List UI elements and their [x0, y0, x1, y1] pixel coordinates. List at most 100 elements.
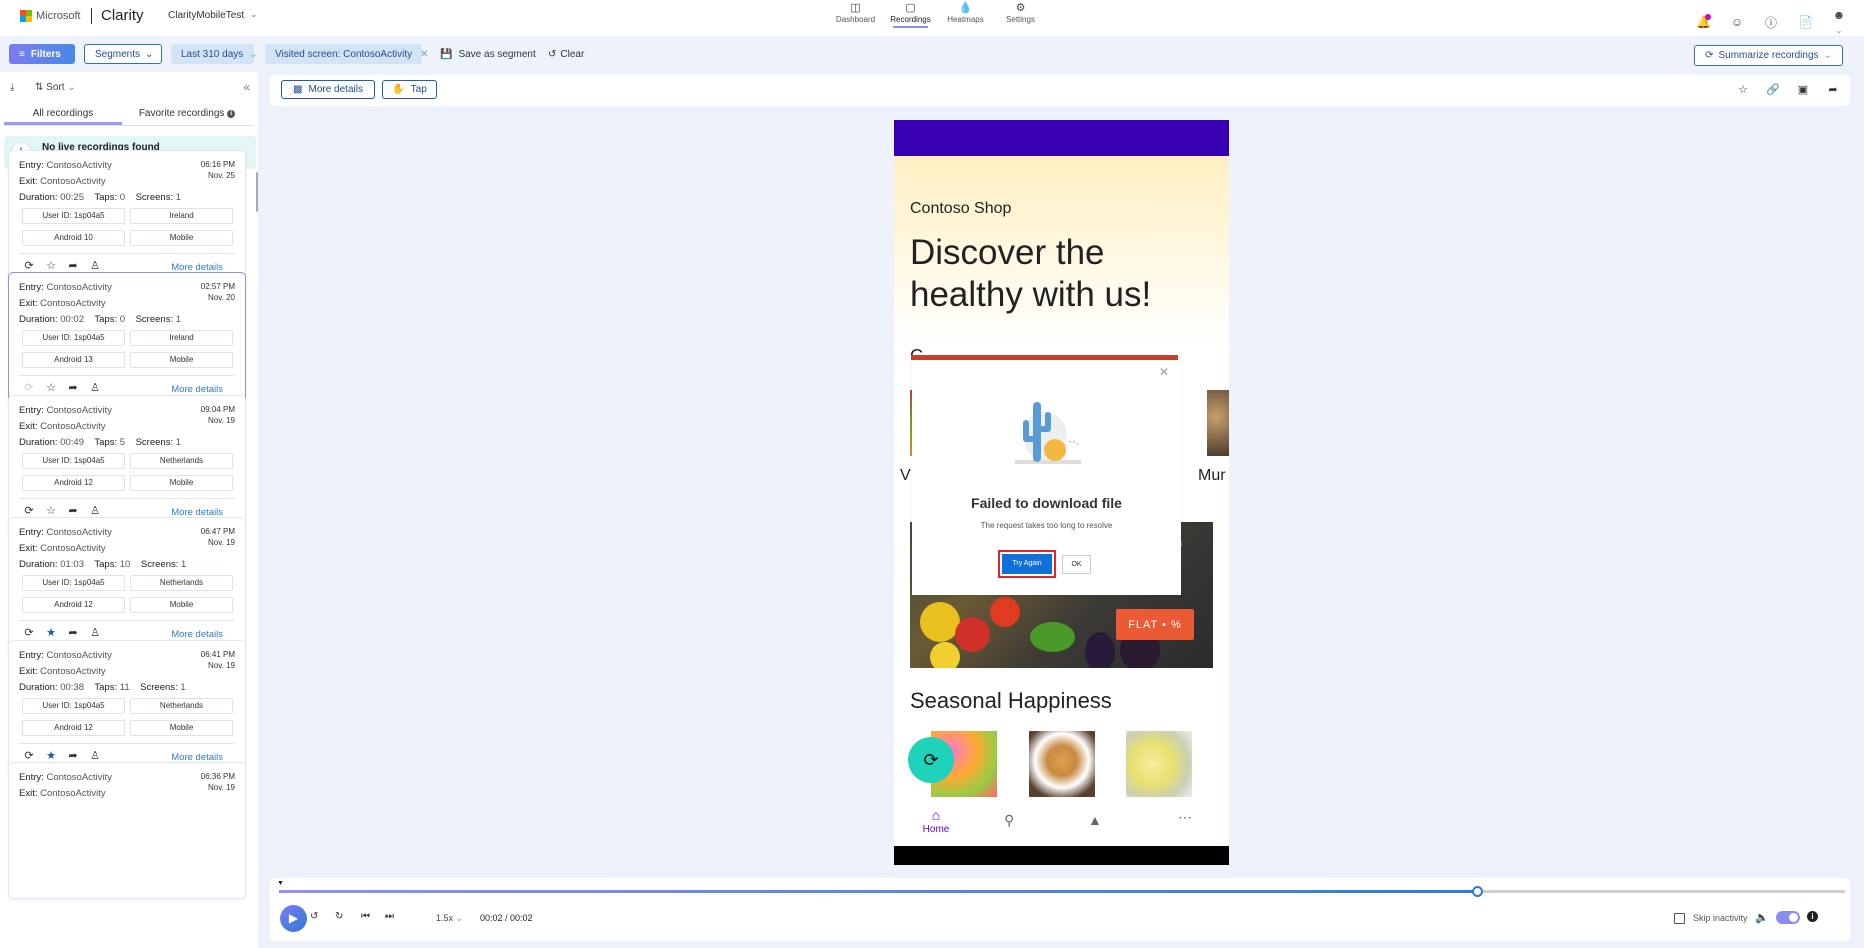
tab-favorite-recordings[interactable]: Favorite recordings i: [122, 102, 252, 125]
os-chip[interactable]: Android 10: [22, 230, 125, 246]
document-icon[interactable]: 📄: [1798, 15, 1813, 29]
recording-card[interactable]: Entry: ContosoActivity Exit: ContosoActiv…: [8, 640, 246, 777]
notification-bell-icon[interactable]: 🔔: [1696, 14, 1711, 29]
share-icon[interactable]: ➦: [67, 381, 79, 394]
more-details-button[interactable]: ▩ More details: [281, 80, 375, 99]
play-button[interactable]: ▶: [280, 905, 307, 932]
country-chip[interactable]: Ireland: [130, 330, 233, 346]
user-icon[interactable]: ♙: [89, 626, 101, 639]
skip-next-icon[interactable]: ⏭: [385, 911, 394, 922]
categories-icon[interactable]: ▲: [1088, 812, 1102, 828]
people-icon[interactable]: ☺: [1730, 15, 1744, 29]
recording-card[interactable]: Entry: ContosoActivity Exit: ContosoActiv…: [8, 395, 246, 532]
summarize-icon[interactable]: ⟳: [23, 381, 35, 394]
favorite-star-icon[interactable]: ☆: [45, 259, 57, 272]
autoplay-toggle[interactable]: [1776, 911, 1800, 924]
visited-screen-filter-chip[interactable]: Visited screen: ContosoActivity ✕: [265, 44, 429, 64]
close-icon[interactable]: ✕: [1159, 365, 1169, 379]
nav-dashboard[interactable]: ◫ Dashboard: [828, 1, 883, 24]
sidebar-scrollbar[interactable]: [256, 172, 258, 212]
user-icon[interactable]: ♙: [89, 749, 101, 762]
more-details-link[interactable]: More details: [171, 384, 223, 395]
user-id-chip[interactable]: User ID: 1sp04a5: [22, 330, 125, 346]
account-icon[interactable]: ☻ ⌄: [1832, 8, 1846, 36]
category-image[interactable]: [1207, 390, 1229, 456]
share-icon[interactable]: ➦: [67, 749, 79, 762]
skip-previous-icon[interactable]: ⏮: [361, 911, 370, 922]
share-icon[interactable]: ➦: [67, 626, 79, 639]
sort-dropdown[interactable]: ⇅ Sort ⌄: [35, 82, 76, 93]
favorite-star-icon[interactable]: ☆: [45, 504, 57, 517]
user-id-chip[interactable]: User ID: 1sp04a5: [22, 575, 125, 591]
recording-card[interactable]: Entry: ContosoActivity Exit: ContosoActiv…: [8, 150, 246, 287]
bottom-nav-home[interactable]: ⌂ Home: [918, 807, 954, 835]
summarize-icon[interactable]: ⟳: [23, 504, 35, 517]
close-icon[interactable]: ✕: [420, 49, 428, 60]
flat-discount-button[interactable]: FLAT • %: [1116, 609, 1194, 640]
pancakes-image[interactable]: [1029, 731, 1095, 797]
nav-recordings[interactable]: ▢ Recordings: [883, 1, 938, 28]
date-range-dropdown[interactable]: Last 310 days ⌄: [171, 44, 258, 64]
clear-button[interactable]: ↺ Clear: [548, 44, 584, 64]
device-chip[interactable]: Mobile: [130, 230, 233, 246]
nav-settings[interactable]: ⚙ Settings: [993, 1, 1048, 24]
timeline-track[interactable]: [279, 886, 1845, 897]
os-chip[interactable]: Android 12: [22, 720, 125, 736]
device-chip[interactable]: Mobile: [130, 475, 233, 491]
user-icon[interactable]: ♙: [89, 504, 101, 517]
share-icon[interactable]: ➦: [67, 504, 79, 517]
country-chip[interactable]: Netherlands: [130, 698, 233, 714]
ok-button[interactable]: OK: [1062, 555, 1091, 574]
device-chip[interactable]: Mobile: [130, 597, 233, 613]
share-icon[interactable]: ➦: [67, 259, 79, 272]
summarize-recordings-button[interactable]: ⟳ Summarize recordings ⌄: [1694, 45, 1843, 66]
recording-card[interactable]: Entry: ContosoActivity Exit: ContosoActiv…: [8, 517, 246, 654]
segments-dropdown[interactable]: Segments ⌄: [84, 44, 162, 64]
device-chip[interactable]: Mobile: [130, 720, 233, 736]
info-icon[interactable]: i: [1807, 911, 1818, 922]
summarize-icon[interactable]: ⟳: [23, 626, 35, 639]
user-icon[interactable]: ♙: [89, 381, 101, 394]
try-again-button[interactable]: Try Again: [1002, 554, 1052, 574]
summarize-icon[interactable]: ⟳: [23, 259, 35, 272]
country-chip[interactable]: Ireland: [130, 208, 233, 224]
project-selector[interactable]: ClarityMobileTest: [168, 10, 244, 21]
collapse-sidebar-icon[interactable]: «: [243, 80, 250, 94]
user-icon[interactable]: ♙: [89, 259, 101, 272]
chevron-down-icon[interactable]: ⌄: [250, 9, 258, 20]
rewind-10-icon[interactable]: ↺: [310, 911, 318, 922]
search-icon[interactable]: ⚲: [1004, 812, 1014, 829]
volume-icon[interactable]: 🔈: [1755, 911, 1769, 924]
recording-card[interactable]: Entry: ContosoActivity Exit: ContosoActiv…: [8, 762, 246, 899]
skip-inactivity-checkbox[interactable]: [1674, 913, 1685, 924]
more-horizontal-icon[interactable]: ⋯: [1178, 809, 1192, 826]
save-as-segment-button[interactable]: 💾 Save as segment: [440, 44, 536, 64]
open-external-icon[interactable]: ▣: [1796, 83, 1810, 96]
help-icon[interactable]: ⓘ: [1764, 14, 1778, 31]
event-marker-icon[interactable]: ▼: [277, 880, 284, 887]
forward-30-icon[interactable]: ↻: [335, 911, 343, 922]
speed-dropdown[interactable]: 1.5x ⌄: [436, 913, 463, 924]
user-id-chip[interactable]: User ID: 1sp04a5: [22, 698, 125, 714]
favorite-star-icon[interactable]: ★: [45, 626, 57, 639]
user-id-chip[interactable]: User ID: 1sp04a5: [22, 208, 125, 224]
favorite-star-icon[interactable]: ★: [45, 749, 57, 762]
country-chip[interactable]: Netherlands: [130, 453, 233, 469]
recording-card[interactable]: Entry: ContosoActivity Exit: ContosoActiv…: [8, 272, 246, 409]
os-chip[interactable]: Android 13: [22, 352, 125, 368]
summarize-icon[interactable]: ⟳: [23, 749, 35, 762]
device-chip[interactable]: Mobile: [130, 352, 233, 368]
user-id-chip[interactable]: User ID: 1sp04a5: [22, 453, 125, 469]
os-chip[interactable]: Android 12: [22, 597, 125, 613]
tab-all-recordings[interactable]: All recordings: [4, 102, 122, 125]
link-icon[interactable]: 🔗: [1766, 83, 1780, 96]
country-chip[interactable]: Netherlands: [130, 575, 233, 591]
favorite-star-icon[interactable]: ☆: [45, 381, 57, 394]
download-icon[interactable]: ⤓: [10, 82, 14, 93]
share-icon[interactable]: ➦: [1826, 83, 1840, 96]
timeline-scrubber[interactable]: [1471, 886, 1483, 897]
star-icon[interactable]: ☆: [1736, 83, 1750, 96]
nav-heatmaps[interactable]: 💧 Heatmaps: [938, 1, 993, 24]
app-title[interactable]: Clarity: [101, 7, 144, 24]
filters-button[interactable]: ≡ Filters: [9, 44, 75, 64]
